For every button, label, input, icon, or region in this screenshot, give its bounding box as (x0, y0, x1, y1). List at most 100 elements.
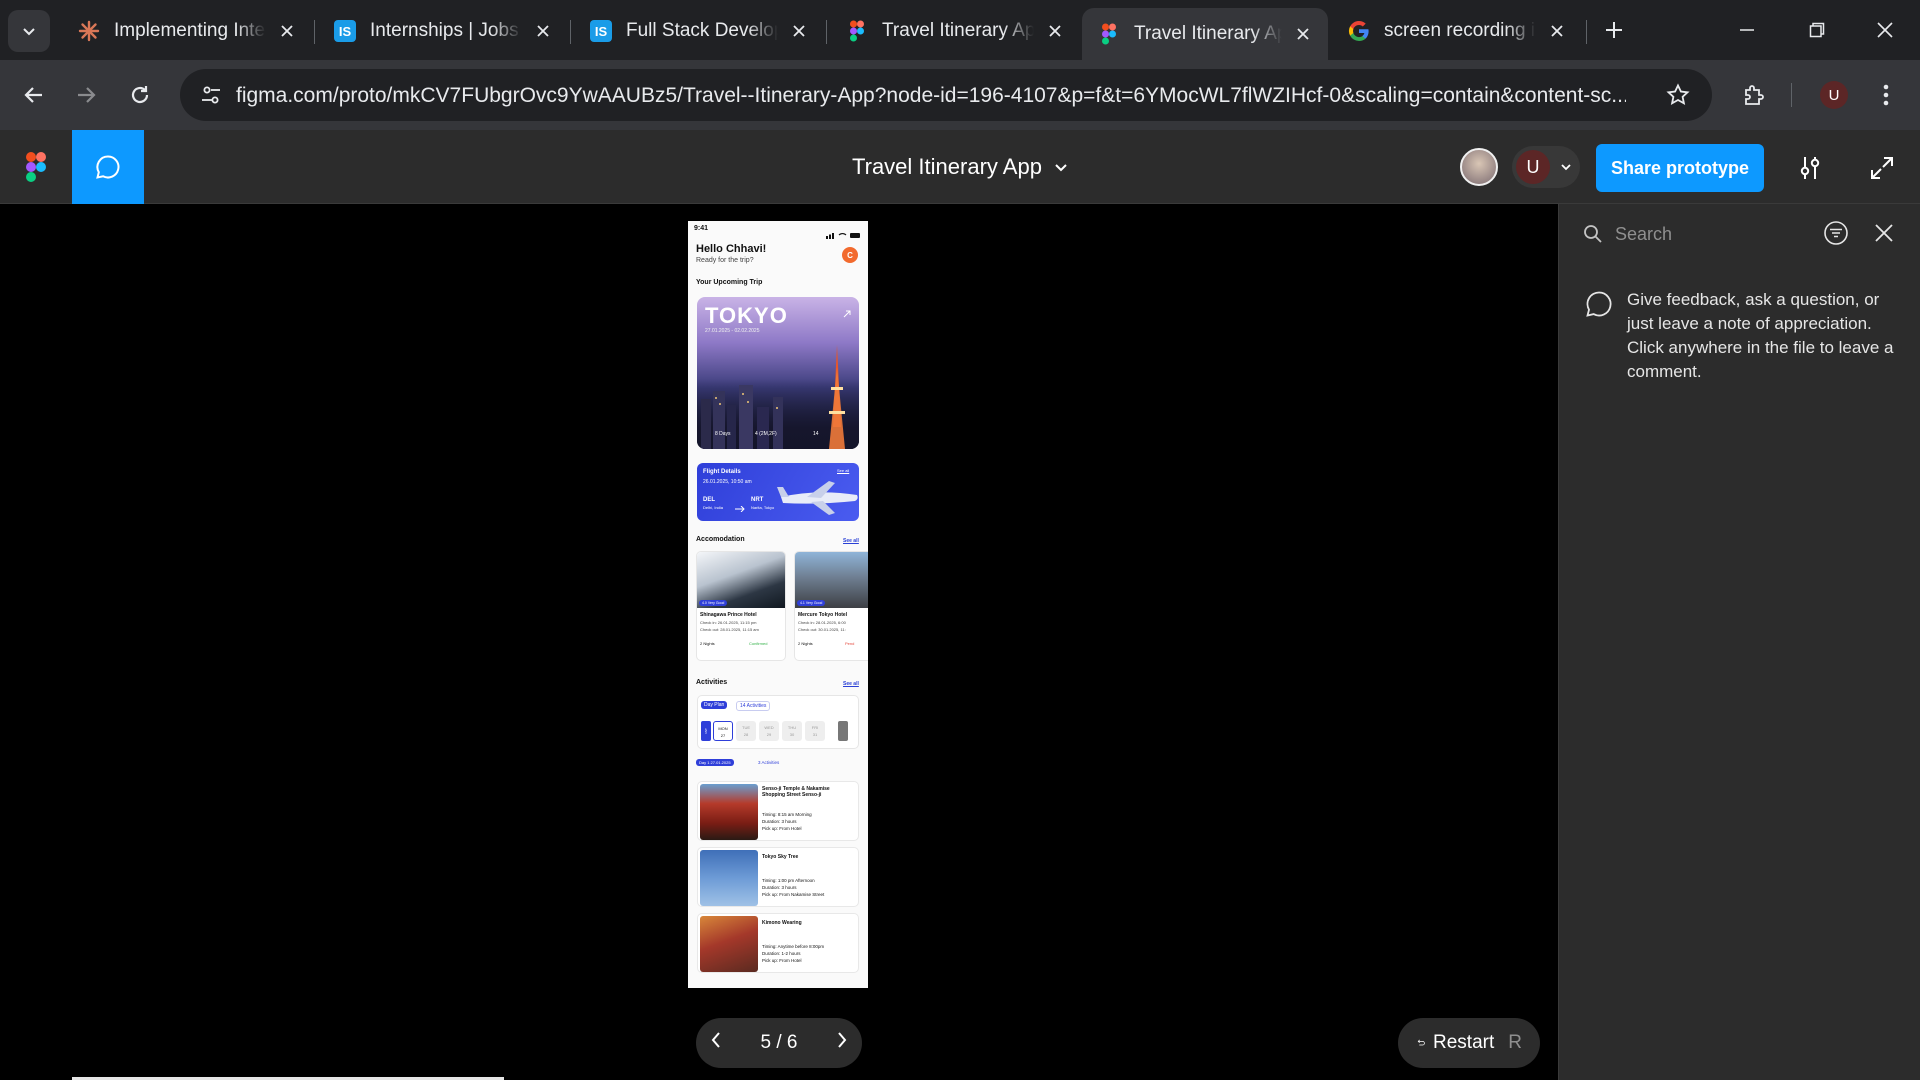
profile-button[interactable]: U (1812, 73, 1856, 117)
accommodation-see-all[interactable]: See all (843, 538, 859, 544)
restore-button[interactable] (1790, 8, 1844, 52)
browser-tab[interactable]: IS Full Stack Develop (574, 8, 824, 54)
hotel-rating-badge: 4.0 Very Good (699, 600, 728, 606)
activities-planner[interactable]: Day Plan 14 Activities JAN MON 27 TUE 28 W… (697, 695, 859, 749)
tab-search-button[interactable] (8, 10, 50, 52)
reload-button[interactable] (118, 73, 162, 117)
google-icon (1348, 20, 1370, 42)
close-tab-icon[interactable] (1044, 20, 1066, 42)
restart-button[interactable]: Restart R (1398, 1018, 1540, 1068)
activity-timing: Timing: 8:15 am Morning (762, 812, 812, 817)
browser-tab-strip: Implementing Inte IS Internships | Jobs … (0, 0, 1920, 60)
close-icon (1877, 22, 1893, 38)
activities-see-all[interactable]: See all (843, 681, 859, 687)
flight-see-all[interactable]: See all (837, 468, 849, 473)
activity-timing: Timing: Anytime before 8:00pm (762, 944, 825, 949)
activity-duration: Duration: 1-2 hours (762, 951, 801, 956)
day-number: 27 (720, 733, 726, 738)
activity-card[interactable]: Senso-ji Temple & Nakamise Shopping Stre… (697, 781, 859, 841)
day-selector-item[interactable]: THU 30 (782, 721, 802, 741)
flight-title: Flight Details (703, 469, 741, 475)
close-tab-icon[interactable] (788, 20, 810, 42)
comments-mode-button[interactable] (72, 130, 144, 204)
day-selector-item[interactable]: MON 27 (713, 721, 733, 741)
address-bar[interactable]: figma.com/proto/mkCV7FUbgrOvc9YwAAUBz5/T… (180, 69, 1712, 121)
trip-card[interactable]: TOKYO 27.01.2025 - 02.02.2025 8 Days 4 (… (697, 297, 859, 449)
arrow-up-right-icon[interactable] (843, 305, 851, 323)
activity-name: Senso-ji Temple & Nakamise Shopping Stre… (762, 786, 830, 798)
day-selector-item[interactable]: WED 29 (759, 721, 779, 741)
chevron-left-icon (711, 1032, 720, 1048)
close-panel-icon[interactable] (1875, 224, 1893, 247)
kebab-menu-icon (1883, 84, 1889, 106)
flight-details-card[interactable]: Flight Details See all 26.01.2025, 10:50… (697, 463, 859, 521)
filter-icon[interactable] (1823, 220, 1849, 251)
expand-fullscreen-icon[interactable] (1870, 156, 1894, 185)
tab-title: Full Stack Develop (626, 20, 778, 41)
figma-logo-icon[interactable] (26, 152, 46, 187)
close-tab-icon[interactable] (1546, 20, 1568, 42)
browser-tab[interactable]: Travel Itinerary App (830, 8, 1080, 54)
tab-title: screen recording in (1384, 20, 1536, 41)
new-tab-button[interactable] (1592, 8, 1636, 52)
activity-card[interactable]: Kimono Wearing Timing: Anytime before 8:… (697, 913, 859, 973)
day-of-week: TUE (742, 725, 750, 730)
hotel-card[interactable]: 4.1 Very Good Mercure Tokyo Hotel Check … (794, 551, 868, 661)
forward-button[interactable] (64, 73, 108, 117)
hotel-checkin: Check in: 28.01.2025, 6:00 (798, 620, 846, 625)
comments-panel: Search Give feedback, ask a question, or… (1558, 204, 1920, 1080)
day-selector-item[interactable]: TUE 28 (736, 721, 756, 741)
file-title-menu[interactable]: Travel Itinerary App (852, 154, 1068, 180)
url-text: figma.com/proto/mkCV7FUbgrOvc9YwAAUBz5/T… (236, 84, 1626, 107)
status-time: 9:41 (694, 225, 709, 232)
close-tab-icon[interactable] (1292, 23, 1314, 45)
profile-avatar: U (1820, 81, 1848, 109)
day-plan-tab[interactable]: Day Plan (701, 701, 728, 709)
activities-count-tab[interactable]: 14 Activities (736, 701, 771, 711)
browser-tab[interactable]: Implementing Inte (62, 8, 312, 54)
next-frame-button[interactable] (836, 1031, 848, 1055)
browser-menu-button[interactable] (1864, 73, 1908, 117)
back-button[interactable] (12, 73, 56, 117)
search-icon (1583, 224, 1603, 249)
status-icons (826, 226, 862, 244)
activity-name: Kimono Wearing (762, 920, 802, 926)
chevron-down-icon (1055, 164, 1067, 172)
collaborator-avatar[interactable] (1460, 148, 1498, 186)
activity-card[interactable]: Tokyo Sky Tree Timing: 1:00 pm Afternoon… (697, 847, 859, 907)
hotel-name: Shinagawa Prince Hotel (700, 612, 757, 618)
bookmark-star-icon[interactable] (1666, 83, 1690, 112)
close-window-button[interactable] (1858, 8, 1912, 52)
day-selector-item[interactable]: FRI 31 (805, 721, 825, 741)
trip-group-size: 4 (2M,2F) (755, 431, 777, 437)
close-tab-icon[interactable] (532, 20, 554, 42)
tab-separator (1586, 20, 1587, 44)
hotel-card[interactable]: 4.0 Very Good Shinagawa Prince Hotel Che… (696, 551, 786, 661)
minimize-button[interactable] (1720, 8, 1774, 52)
restart-shortcut: R (1508, 1032, 1522, 1053)
arrow-right-icon (78, 87, 96, 103)
user-avatar[interactable]: C (842, 247, 858, 263)
hotel-status: Confirmed (749, 641, 768, 646)
browser-tab[interactable]: screen recording in (1332, 8, 1582, 54)
activity-name: Tokyo Sky Tree (762, 854, 799, 860)
airplane-image (777, 481, 858, 515)
minimize-icon (1740, 29, 1754, 31)
prototype-settings-icon[interactable] (1796, 154, 1824, 187)
comments-search-input[interactable]: Search (1615, 224, 1672, 245)
close-tab-icon[interactable] (276, 20, 298, 42)
site-settings-icon[interactable] (200, 84, 222, 111)
browser-tab-active[interactable]: Travel Itinerary App (1082, 8, 1328, 60)
phone-frame[interactable]: 9:41 Hello Chhavi! Ready for the trip? C… (688, 221, 868, 988)
figma-prototype-header: Travel Itinerary App U Share prototype (0, 130, 1920, 204)
previous-frame-button[interactable] (710, 1031, 722, 1055)
restore-icon (1809, 22, 1825, 38)
browser-tab[interactable]: IS Internships | Jobs | (318, 8, 568, 54)
activity-image (700, 850, 758, 906)
activity-pickup: Pick up: From Nakamise Street (762, 892, 825, 897)
extensions-button[interactable] (1732, 73, 1776, 117)
trip-activities-count: 14 (813, 431, 819, 437)
share-prototype-button[interactable]: Share prototype (1596, 144, 1764, 192)
day-of-week: MON (718, 726, 728, 731)
user-menu-button[interactable]: U (1512, 146, 1580, 188)
